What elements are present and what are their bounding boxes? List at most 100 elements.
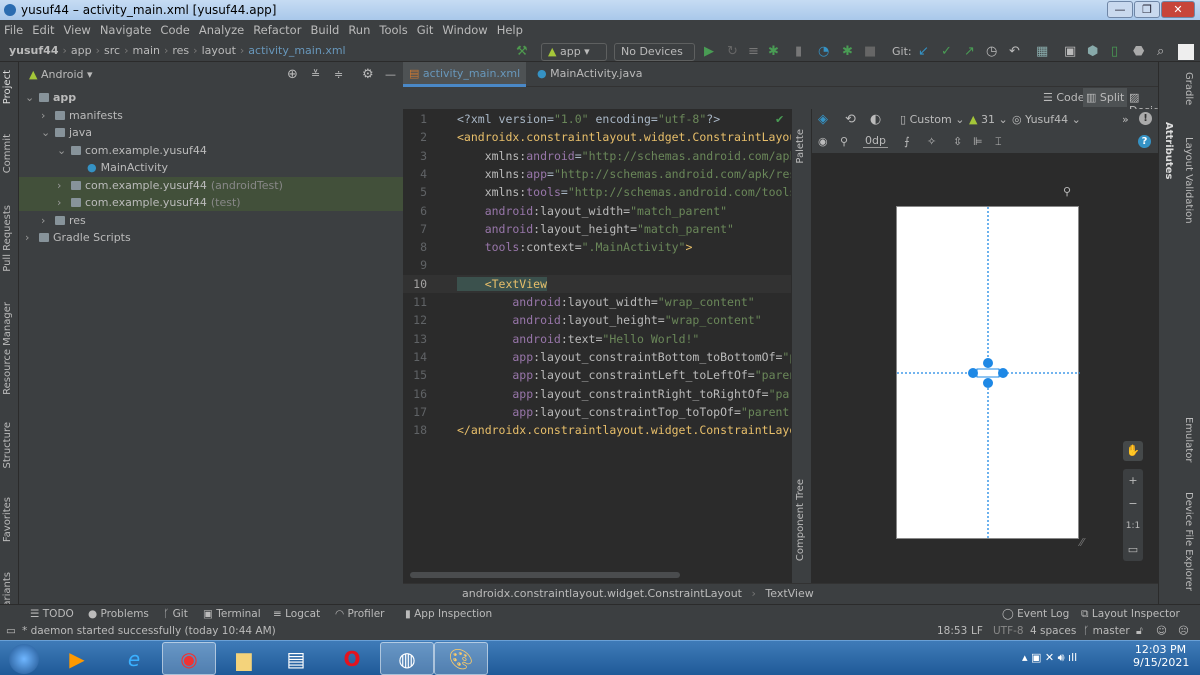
- start-button[interactable]: [2, 642, 46, 675]
- left-tab-project[interactable]: Project: [2, 70, 13, 104]
- code-line[interactable]: 16 app:layout_constraintRight_toRightOf=…: [403, 385, 791, 403]
- emulator-tab[interactable]: Emulator: [1183, 417, 1194, 462]
- git-branch[interactable]: ᚴ master: [1083, 622, 1130, 640]
- left-tab-commit[interactable]: Commit: [2, 134, 13, 173]
- menu-code[interactable]: Code: [160, 23, 189, 37]
- sdk-manager-icon[interactable]: ⬢: [1087, 44, 1098, 60]
- hide-icon[interactable]: —: [385, 62, 396, 87]
- expand-all-icon[interactable]: ≚: [311, 62, 320, 87]
- feedback-sad-icon[interactable]: ☹: [1178, 622, 1189, 640]
- chevron-icon[interactable]: ›: [25, 229, 39, 246]
- locate-icon[interactable]: ⊕: [287, 62, 298, 87]
- taskbar-explorer[interactable]: ▆: [217, 642, 271, 675]
- tree-item[interactable]: › manifests: [19, 107, 403, 124]
- view-options-icon[interactable]: ◉: [818, 135, 828, 148]
- tool-window-problems[interactable]: ● Problems: [88, 605, 149, 623]
- git-commit-icon[interactable]: ✓: [941, 44, 952, 60]
- layers-icon[interactable]: ◈: [818, 112, 828, 127]
- taskbar-internet-explorer[interactable]: e: [107, 642, 161, 675]
- orientation-icon[interactable]: ⟲: [845, 112, 856, 127]
- profile-icon[interactable]: ◔: [818, 44, 829, 60]
- breadcrumb-layout[interactable]: layout: [202, 44, 236, 57]
- avd-manager-icon[interactable]: ▯: [1111, 44, 1118, 60]
- status-message[interactable]: * daemon started successfully (today 10:…: [22, 622, 276, 640]
- code-line[interactable]: 3 xmlns:android="http://schemas.android.…: [403, 147, 791, 165]
- code-line[interactable]: 9: [403, 256, 791, 274]
- code-line[interactable]: 15 app:layout_constraintLeft_toLeftOf="p…: [403, 366, 791, 384]
- history-icon[interactable]: ◷: [986, 44, 997, 60]
- collapse-all-icon[interactable]: ≑: [334, 62, 343, 87]
- menu-git[interactable]: Git: [417, 23, 434, 37]
- apply-code-icon[interactable]: ≡: [748, 44, 759, 60]
- run-icon[interactable]: ▶: [704, 44, 714, 60]
- tool-window-layout-inspector[interactable]: ⧉ Layout Inspector: [1081, 605, 1180, 623]
- code-line[interactable]: 5 xmlns:tools="http://schemas.android.co…: [403, 183, 791, 201]
- pack-icon[interactable]: ⇳: [953, 135, 962, 148]
- breadcrumb-src[interactable]: src: [104, 44, 120, 57]
- project-structure-icon[interactable]: ▦: [1036, 44, 1048, 60]
- device-file-explorer-tab[interactable]: Device File Explorer: [1183, 492, 1194, 591]
- stop-icon[interactable]: ■: [864, 44, 876, 60]
- menu-refactor[interactable]: Refactor: [253, 23, 301, 37]
- chevron-icon[interactable]: ›: [57, 177, 71, 194]
- tree-item[interactable]: › com.example.yusuf44 (test): [19, 194, 403, 211]
- code-line[interactable]: 6 android:layout_width="match_parent": [403, 202, 791, 220]
- align-icon[interactable]: ⊫: [973, 135, 983, 148]
- breadcrumb-yusuf44[interactable]: yusuf44: [9, 44, 58, 57]
- device-preview[interactable]: [896, 206, 1080, 540]
- warning-icon[interactable]: !: [1139, 112, 1152, 125]
- breadcrumb-res[interactable]: res: [172, 44, 189, 57]
- run-config-dropdown[interactable]: ▲ app ▾: [541, 43, 607, 61]
- code-line[interactable]: 12 android:layout_height="wrap_content": [403, 311, 791, 329]
- chevron-icon[interactable]: ›: [41, 212, 55, 229]
- tool-window-event-log[interactable]: ◯ Event Log: [1002, 605, 1069, 623]
- git-push-icon[interactable]: ↗: [964, 44, 975, 60]
- help-icon[interactable]: ?: [1138, 135, 1151, 148]
- chevron-icon[interactable]: ⌄: [41, 124, 55, 141]
- device-dropdown[interactable]: ▯ Custom ⌄: [900, 113, 964, 126]
- taskbar-document[interactable]: ▤: [269, 642, 323, 675]
- tree-item[interactable]: ⌄ com.example.yusuf44: [19, 142, 403, 159]
- gradle-tab[interactable]: Gradle: [1183, 72, 1194, 105]
- split-view-button[interactable]: ▥ Split: [1083, 88, 1128, 107]
- menu-build[interactable]: Build: [310, 23, 339, 37]
- tree-item[interactable]: › Gradle Scripts: [19, 229, 403, 246]
- device-dropdown[interactable]: No Devices ▾: [614, 43, 695, 74]
- horizontal-scrollbar[interactable]: [410, 572, 680, 578]
- caret-position[interactable]: 18:53: [937, 622, 967, 640]
- left-tab-pull-requests[interactable]: Pull Requests: [2, 205, 13, 272]
- left-tab-favorites[interactable]: Favorites: [2, 497, 13, 542]
- taskbar-media-player[interactable]: ▶: [50, 642, 104, 675]
- attach-debugger-icon[interactable]: ▮: [795, 44, 802, 60]
- code-view-button[interactable]: ☰ Code: [1043, 91, 1085, 104]
- git-update-icon[interactable]: ↙: [918, 44, 929, 60]
- breadcrumb-app[interactable]: app: [71, 44, 92, 57]
- zoom-1-1-button[interactable]: 1:1: [1123, 515, 1143, 538]
- project-view-dropdown[interactable]: Android: [41, 68, 84, 81]
- clear-constraints-icon[interactable]: ⨍: [904, 135, 910, 148]
- indent-setting[interactable]: 4 spaces: [1030, 622, 1076, 640]
- menu-file[interactable]: File: [4, 23, 23, 37]
- debug-icon[interactable]: ✱: [768, 44, 779, 60]
- crumb-constraintlayout[interactable]: androidx.constraintlayout.widget.Constra…: [462, 587, 742, 600]
- breadcrumb-main[interactable]: main: [132, 44, 159, 57]
- api-dropdown[interactable]: ▲ 31 ⌄: [969, 113, 1008, 126]
- chevron-icon[interactable]: ⌄: [25, 89, 39, 106]
- breadcrumb-activity-main-xml[interactable]: activity_main.xml: [248, 44, 345, 57]
- apply-changes-icon[interactable]: ↻: [727, 44, 738, 60]
- code-line[interactable]: 8 tools:context=".MainActivity">: [403, 238, 791, 256]
- autoconnect-icon[interactable]: ⚲: [840, 135, 848, 148]
- tool-window-git[interactable]: ᚴ Git: [163, 605, 188, 623]
- line-separator[interactable]: LF: [971, 622, 983, 640]
- debug-attach-icon[interactable]: ✱: [842, 44, 853, 60]
- code-editor[interactable]: 1 <?xml version="1.0" encoding="utf-8"?> 2…: [403, 62, 791, 583]
- code-line[interactable]: 17 app:layout_constraintTop_toTopOf="par…: [403, 403, 791, 421]
- device-manager-icon[interactable]: ▣: [1064, 44, 1076, 60]
- chevron-icon[interactable]: ›: [57, 194, 71, 211]
- code-line[interactable]: 10 <TextView: [403, 274, 791, 293]
- taskbar-paint[interactable]: 🎨︎: [434, 642, 488, 675]
- tool-window-todo[interactable]: ☰ TODO: [30, 605, 74, 623]
- status-toggle-icon[interactable]: ▭: [6, 622, 16, 640]
- menu-view[interactable]: View: [64, 23, 91, 37]
- palette-tab[interactable]: Palette: [795, 129, 806, 164]
